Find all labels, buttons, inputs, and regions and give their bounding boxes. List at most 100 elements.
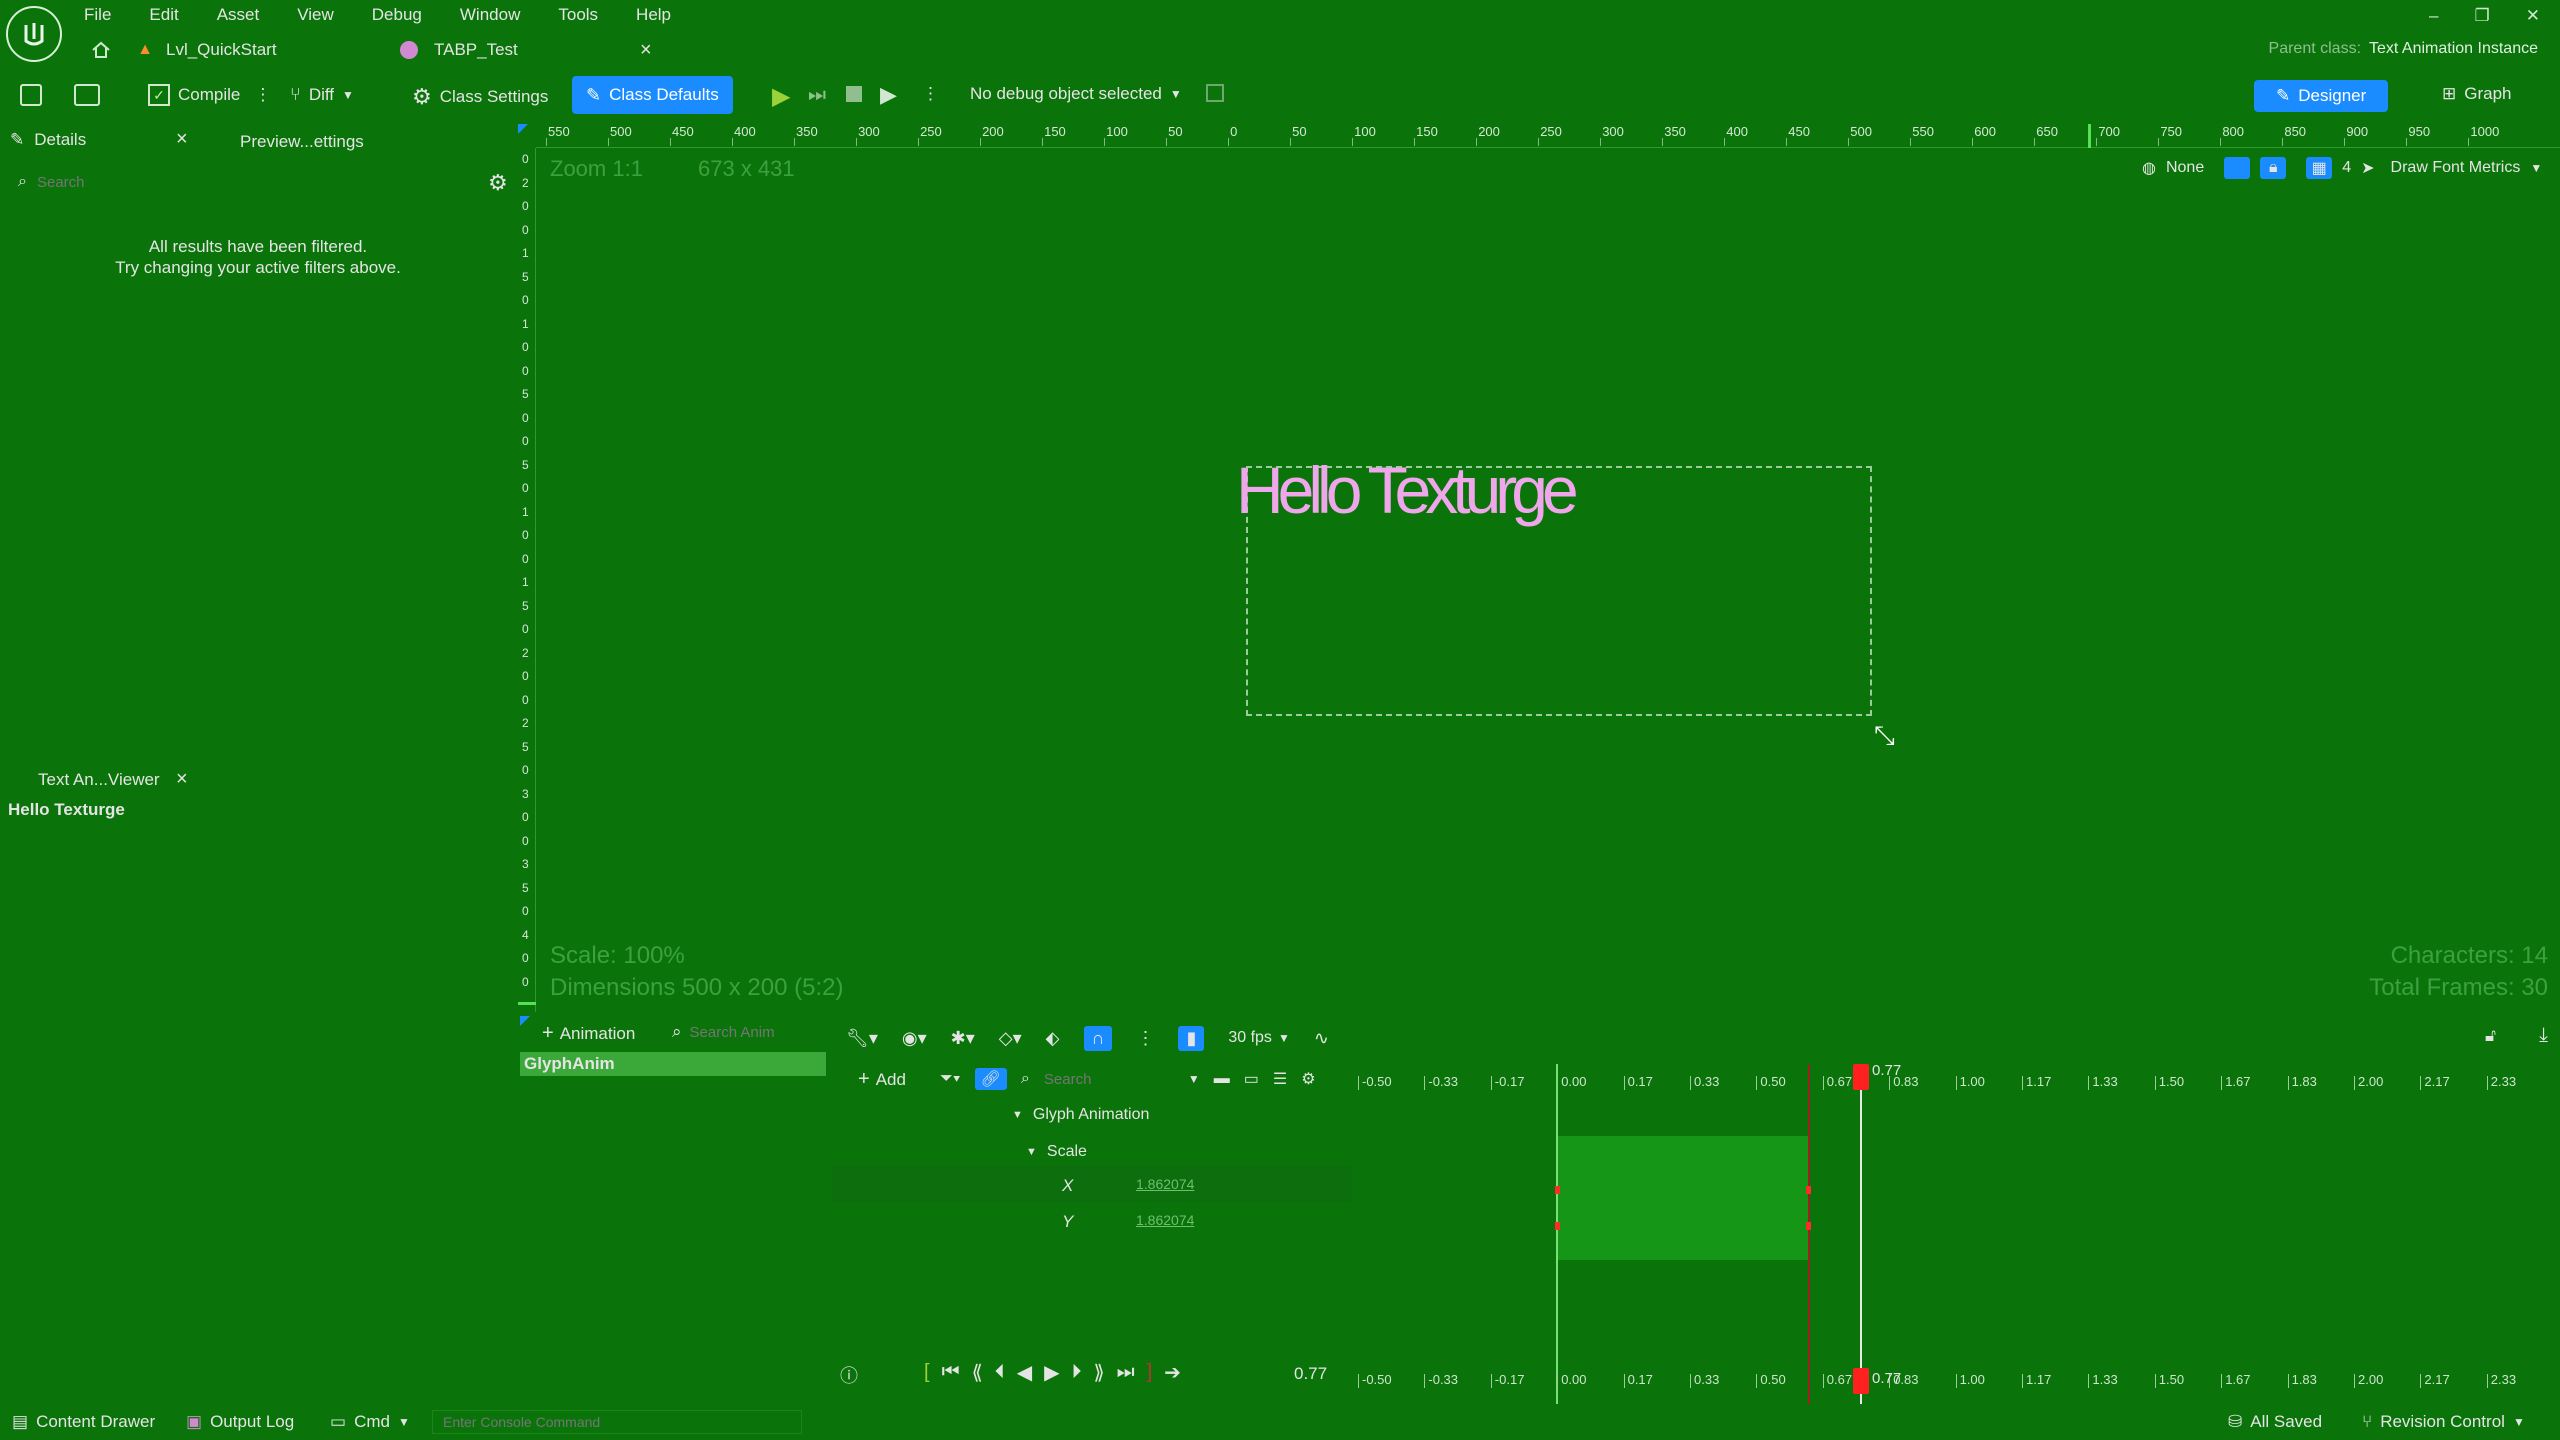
menu-edit[interactable]: Edit <box>149 5 178 25</box>
go-to-start-icon[interactable]: ⏮ <box>942 1361 960 1384</box>
playback-options-icon[interactable]: ✱▾ <box>951 1028 975 1049</box>
menu-window[interactable]: Window <box>460 5 520 25</box>
next-key-icon[interactable]: ⟫ <box>1093 1360 1104 1385</box>
expand-icon[interactable]: ▭ <box>1244 1069 1259 1089</box>
graph-button[interactable]: ⊞ Graph <box>2442 84 2512 104</box>
snap-options-icon[interactable]: ⋮ <box>1136 1028 1154 1049</box>
parent-class-link[interactable]: Text Animation Instance <box>2369 40 2538 58</box>
x-channel-value[interactable]: 1.862074 <box>1136 1176 1194 1192</box>
gear-icon[interactable]: ⚙ <box>1301 1069 1315 1089</box>
toggle-icon[interactable] <box>2224 157 2251 179</box>
play-reverse-icon[interactable]: ◀ <box>1017 1360 1032 1385</box>
details-tab-close-icon[interactable]: × <box>176 128 188 151</box>
collapse-icon[interactable]: ▬ <box>1214 1070 1230 1088</box>
output-log-button[interactable]: ▣ Output Log <box>186 1412 294 1432</box>
designer-button[interactable]: ✎ Designer <box>2254 80 2389 112</box>
keyframe-x-start[interactable] <box>1555 1186 1560 1194</box>
sequencer-menu-icon[interactable]: ⤓ <box>2539 1024 2548 1047</box>
animation-search[interactable]: ⌕ <box>672 1022 810 1042</box>
animation-list-item[interactable]: GlyphAnim <box>520 1052 826 1076</box>
auto-key-icon[interactable]: ⬖ <box>1046 1028 1060 1049</box>
details-search[interactable]: ⌕ <box>18 168 478 196</box>
playhead-handle-bottom[interactable] <box>1853 1368 1869 1394</box>
link-icon[interactable]: 🔗︎ <box>974 1068 1007 1090</box>
curve-editor-icon[interactable]: ∿ <box>1314 1028 1329 1049</box>
details-tab[interactable]: ✎ Details <box>10 130 86 150</box>
save-icon[interactable] <box>20 84 42 106</box>
designer-viewport[interactable]: 550 500 450 400 350 300 250 200 150 100 50 0 50 100 15… <box>518 124 2560 1012</box>
timeline-ruler-top[interactable]: -0.50 -0.33 -0.17 0.00 0.17 0.33 0.50 0.67 0.83 1… <box>1354 1064 2560 1090</box>
animation-search-input[interactable] <box>689 1023 810 1041</box>
browse-icon[interactable] <box>74 84 100 106</box>
keyframe-x-end[interactable] <box>1806 1186 1811 1194</box>
debug-object-select[interactable]: No debug object selected ▼ <box>970 84 1182 104</box>
diff-button[interactable]: ⑂ Diff ▼ <box>290 84 354 105</box>
eye-icon[interactable]: ◉▾ <box>902 1028 927 1049</box>
range-end-icon[interactable]: ] <box>1147 1361 1153 1384</box>
menu-help[interactable]: Help <box>636 5 671 25</box>
minimize-icon[interactable]: – <box>2429 6 2438 26</box>
wrench-icon[interactable]: 🔧︎▾ <box>846 1028 878 1049</box>
track-y-row[interactable]: Y 1.862074 <box>832 1202 1352 1238</box>
key-icon[interactable]: ◇▾ <box>999 1028 1022 1049</box>
cmd-button[interactable]: ▭ Cmd ▼ <box>330 1412 410 1432</box>
snap-magnet-icon[interactable]: ∩ <box>1083 1025 1113 1051</box>
unreal-logo-icon[interactable] <box>6 6 62 62</box>
menu-asset[interactable]: Asset <box>217 5 260 25</box>
track-glyph-animation[interactable]: ▼ Glyph Animation <box>1012 1106 1149 1124</box>
tab-tabp-test[interactable]: TABP_Test × <box>400 38 652 62</box>
tab-level[interactable]: ▲ Lvl_QuickStart <box>137 38 276 62</box>
lock-icon[interactable]: 🔒︎ <box>2260 157 2287 179</box>
grid-value[interactable]: 4 <box>2342 159 2351 177</box>
resize-handle-icon[interactable]: ⤡ <box>1874 720 1895 752</box>
eject-icon[interactable]: ▶ <box>880 82 897 108</box>
play-icon[interactable]: ▶ <box>772 82 790 111</box>
menu-file[interactable]: File <box>84 5 111 25</box>
menu-debug[interactable]: Debug <box>372 5 422 25</box>
loop-icon[interactable]: ➔ <box>1164 1360 1181 1385</box>
preview-settings-tab[interactable]: Preview...ettings <box>240 132 364 152</box>
tab-close-icon[interactable]: × <box>640 39 652 62</box>
home-icon[interactable] <box>90 40 112 60</box>
stop-icon[interactable] <box>846 86 862 102</box>
y-channel-value[interactable]: 1.862074 <box>1136 1212 1194 1228</box>
menu-tools[interactable]: Tools <box>558 5 598 25</box>
play-forward-icon[interactable]: ▶ <box>1044 1360 1059 1385</box>
revision-control-button[interactable]: ⑂ Revision Control ▼ <box>2362 1412 2525 1432</box>
go-to-end-icon[interactable]: ⏭ <box>1117 1361 1135 1384</box>
restore-icon[interactable]: ❐ <box>2475 6 2490 26</box>
timeline-ruler-bottom[interactable]: -0.50 -0.33 -0.17 0.00 0.17 0.33 0.50 0.67 0.83 1… <box>1354 1362 2560 1388</box>
keyframe-y-end[interactable] <box>1806 1222 1811 1230</box>
class-settings-button[interactable]: ⚙ Class Settings <box>412 84 548 110</box>
current-time-field[interactable]: 0.77 <box>1294 1364 1327 1384</box>
filter-icon[interactable]: ⏷▾ <box>940 1070 961 1088</box>
play-options-icon[interactable]: ⋮ <box>922 84 939 104</box>
compile-button[interactable]: ✓ Compile ⋮ <box>148 84 271 106</box>
track-scale[interactable]: ▼ Scale <box>1026 1143 1087 1161</box>
add-track-button[interactable]: + Add <box>858 1068 906 1091</box>
class-defaults-button[interactable]: ✎ Class Defaults <box>572 76 733 114</box>
content-drawer-button[interactable]: ▤ Content Drawer <box>12 1412 155 1432</box>
draw-font-metrics-dropdown[interactable]: Draw Font Metrics <box>2391 159 2521 177</box>
grid-icon[interactable]: ▦ <box>2306 157 2333 179</box>
viewer-tab-close-icon[interactable]: × <box>176 768 188 791</box>
step-icon[interactable]: ⏭ <box>808 84 826 107</box>
menu-view[interactable]: View <box>297 5 334 25</box>
none-label[interactable]: None <box>2166 159 2204 177</box>
keyframe-y-start[interactable] <box>1555 1222 1560 1230</box>
info-icon[interactable]: ⓘ <box>840 1362 858 1388</box>
range-start-icon[interactable]: [ <box>924 1361 930 1384</box>
track-search-input[interactable] <box>1043 1070 1174 1088</box>
chevron-down-icon[interactable]: ▼ <box>1188 1072 1200 1086</box>
find-debug-icon[interactable] <box>1206 84 1224 102</box>
frame-snap-icon[interactable]: ▮ <box>1178 1025 1205 1051</box>
compile-options-icon[interactable]: ⋮ <box>254 85 271 105</box>
track-x-row[interactable]: X 1.862074 <box>832 1166 1352 1202</box>
list-icon[interactable]: ☰ <box>1273 1069 1287 1089</box>
details-settings-gear-icon[interactable]: ⚙ <box>488 170 508 196</box>
fps-dropdown[interactable]: 30 fps <box>1228 1029 1272 1047</box>
add-animation-button[interactable]: + Animation <box>542 1022 635 1045</box>
close-window-icon[interactable]: ✕ <box>2526 6 2540 26</box>
globe-icon[interactable]: ◍ <box>2142 158 2156 178</box>
prev-frame-icon[interactable]: ⏴ <box>995 1361 1005 1384</box>
